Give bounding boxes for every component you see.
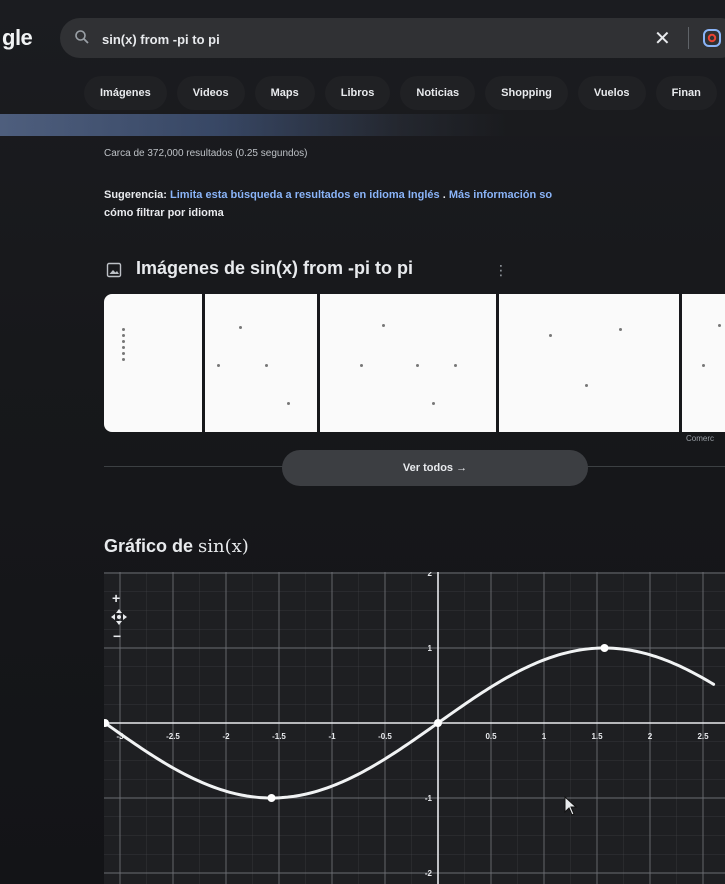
tab-shopping[interactable]: Shopping [485, 76, 568, 110]
curve-marked-point [267, 794, 276, 802]
header-shadow-band [0, 114, 725, 136]
thumbnail-caption: Comerc [686, 434, 715, 443]
tab-videos[interactable]: Videos [176, 76, 245, 110]
y-tick-label: 2 [428, 572, 433, 578]
x-tick-label: 1.5 [591, 732, 603, 741]
suggestion-line2: cómo filtrar por idioma [104, 207, 224, 219]
search-bar[interactable]: ✕ [60, 18, 725, 58]
x-tick-label: -2 [222, 732, 230, 741]
more-options-icon[interactable]: ⋮ [494, 262, 508, 279]
tab-noticias[interactable]: Noticias [400, 76, 476, 110]
search-input[interactable] [100, 26, 624, 52]
suggestion-dot: . [442, 189, 446, 201]
google-logo[interactable]: gle [2, 25, 33, 51]
curve-marked-point [600, 644, 609, 652]
see-all-button[interactable]: Ver todos → [282, 450, 588, 486]
header: gle ✕ [0, 8, 725, 66]
graph-title: Gráfico de sin(x) [104, 536, 249, 557]
language-suggestion: Sugerencia: Limita esta búsqueda a resul… [104, 186, 725, 222]
tab-maps[interactable]: Maps [254, 76, 315, 110]
pan-icon[interactable] [110, 608, 128, 626]
image-thumbnail[interactable] [104, 294, 202, 432]
x-tick-label: 2 [648, 732, 653, 741]
suggestion-link[interactable]: Limita esta búsqueda a resultados en idi… [170, 189, 405, 201]
tab-finanzas[interactable]: Finan [655, 76, 717, 110]
zoom-in-button[interactable]: + [112, 590, 120, 606]
result-stats: Carca de 372,000 resultados (0.25 segund… [104, 148, 308, 159]
mouse-cursor-icon [564, 796, 578, 816]
y-tick-label: -2 [425, 869, 433, 878]
search-icon [75, 30, 89, 44]
close-icon[interactable]: ✕ [654, 26, 671, 51]
x-tick-label: -2.5 [166, 732, 180, 741]
image-carousel [104, 294, 725, 432]
image-thumbnail[interactable] [682, 294, 725, 432]
suggestion-more-link[interactable]: Más información so [449, 189, 552, 201]
suggestion-lang-link[interactable]: Inglés [408, 189, 440, 201]
image-thumbnail[interactable] [320, 294, 496, 432]
search-tabs: Imágenes Videos Maps Libros Noticias Sho… [84, 76, 717, 112]
y-tick-label: -1 [425, 794, 433, 803]
tab-vuelos[interactable]: Vuelos [577, 76, 646, 110]
google-lens-icon[interactable] [702, 28, 722, 48]
images-heading[interactable]: Imágenes de sin(x) from -pi to pi [136, 258, 413, 279]
curve-marked-point [434, 719, 442, 727]
graph-plot[interactable]: -3 -2.5 -2 -1.5 -1 -0.5 0.5 1 1.5 2 2.521-1-2 [66, 535, 725, 884]
graph-title-math: sin(x) [198, 536, 249, 557]
search-divider [688, 27, 689, 49]
image-icon [106, 262, 122, 278]
y-tick-label: 1 [428, 644, 433, 653]
x-tick-label: -1.5 [272, 732, 286, 741]
tab-libros[interactable]: Libros [324, 76, 391, 110]
x-tick-label: 1 [542, 732, 547, 741]
zoom-out-button[interactable]: − [113, 628, 121, 644]
x-tick-label: 0.5 [485, 732, 497, 741]
graph-title-prefix: Gráfico de [104, 536, 194, 556]
suggestion-prefix: Sugerencia: [104, 189, 167, 201]
search-results-page: gle ✕ Imágenes Videos Maps Libros Notici… [0, 0, 725, 884]
x-tick-label: -1 [328, 732, 336, 741]
function-graph[interactable]: -3 -2.5 -2 -1.5 -1 -0.5 0.5 1 1.5 2 2.5 2 1 -1 -2 [66, 535, 725, 884]
tab-imagenes[interactable]: Imágenes [84, 76, 167, 110]
image-thumbnail[interactable] [205, 294, 317, 432]
x-tick-label: -0.5 [378, 732, 392, 741]
x-tick-label: 2.5 [697, 732, 709, 741]
image-thumbnail[interactable] [499, 294, 679, 432]
